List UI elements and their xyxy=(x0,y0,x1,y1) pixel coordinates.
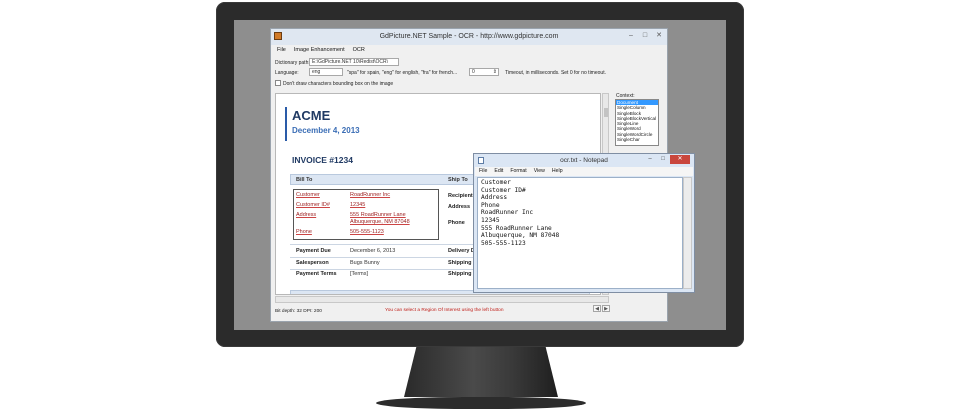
timeout-value: 0 xyxy=(472,69,475,75)
bill-field-label: Customer ID# xyxy=(296,202,330,208)
bill-field-label: Phone xyxy=(296,229,312,235)
minimize-icon[interactable]: – xyxy=(625,31,637,41)
scroll-thumb[interactable] xyxy=(604,108,608,117)
text-line: 555 RoadRunner Lane xyxy=(481,224,552,232)
text-line: 505-555-1123 xyxy=(481,239,526,247)
notepad-scrollbar[interactable] xyxy=(683,177,692,289)
company-name: ACME xyxy=(292,108,331,123)
menu-view[interactable]: View xyxy=(534,167,545,176)
notepad-controls: – □ ✕ xyxy=(644,155,690,164)
text-line: Customer ID# xyxy=(481,186,526,194)
bounding-box-checkbox[interactable] xyxy=(275,80,281,86)
timeout-input[interactable]: 0 ⇕ xyxy=(469,68,499,76)
menu-help[interactable]: Help xyxy=(552,167,563,176)
timeout-hint: Timeout, in milliseconds. Set 0 for no t… xyxy=(505,70,606,76)
horizontal-scrollbar[interactable] xyxy=(275,296,609,303)
text-line: Address xyxy=(481,194,508,202)
next-page-icon[interactable]: ▶ xyxy=(602,305,610,312)
ship-field-label: Phone xyxy=(448,220,465,226)
monitor-stand-base xyxy=(376,397,586,409)
menu-ocr[interactable]: OCR xyxy=(353,45,365,56)
text-line: Customer xyxy=(481,179,511,186)
prev-page-icon[interactable]: ◀ xyxy=(593,305,601,312)
term-label: Payment Terms xyxy=(296,271,337,277)
menu-format[interactable]: Format xyxy=(510,167,526,176)
menu-image-enhancement[interactable]: Image Enhancement xyxy=(294,45,345,56)
bill-field-value: 555 RoadRunner Lane xyxy=(350,212,406,218)
bill-field-value: Albuquerque, NM 87048 xyxy=(350,219,410,225)
text-line: 12345 xyxy=(481,216,500,224)
term-label: Payment Due xyxy=(296,248,331,254)
maximize-icon[interactable]: □ xyxy=(657,155,669,164)
close-icon[interactable]: ✕ xyxy=(653,31,665,41)
close-icon[interactable]: ✕ xyxy=(670,155,690,164)
minimize-icon[interactable]: – xyxy=(644,155,656,164)
notepad-menubar: File Edit Format View Help xyxy=(475,167,693,176)
bill-to-heading: Bill To xyxy=(296,177,313,183)
bill-field-label: Address xyxy=(296,212,317,218)
term-value: Bugs Bunny xyxy=(350,260,380,266)
monitor-stand-neck xyxy=(404,347,558,397)
invoice-date: December 4, 2013 xyxy=(292,126,360,135)
bill-field-value: RoadRunner Inc xyxy=(350,192,391,198)
bill-field-label: Customer xyxy=(296,192,320,198)
language-label: Language: xyxy=(275,70,299,76)
term-value: December 6, 2013 xyxy=(350,248,396,254)
window-title: GdPicture.NET Sample - OCR - http://www.… xyxy=(379,33,559,40)
term-label: Salesperson xyxy=(296,260,329,266)
menu-file[interactable]: File xyxy=(277,45,286,56)
text-line: RoadRunner Inc xyxy=(481,209,534,217)
notepad-window: ocr.txt - Notepad – □ ✕ File Edit Format… xyxy=(473,153,695,293)
context-listbox[interactable]: Document SingleColumn SingleBlock Single… xyxy=(615,99,659,146)
term-value: [Terms] xyxy=(350,271,369,277)
ship-to-heading: Ship To xyxy=(448,177,468,183)
language-hint: "spa" for spain, "eng" for english, "fra… xyxy=(347,70,458,76)
language-input[interactable]: eng xyxy=(309,68,343,76)
maximize-icon[interactable]: □ xyxy=(639,31,651,41)
roi-hint: You can select a Region Of Interest usin… xyxy=(385,308,504,313)
spinner-icon[interactable]: ⇕ xyxy=(493,69,497,75)
notepad-text-area[interactable]: Customer Customer ID# Address Phone Road… xyxy=(477,177,683,289)
bit-depth-status: Bit depth: 32 DPI: 200 xyxy=(275,309,322,314)
invoice-number: INVOICE #1234 xyxy=(292,155,353,165)
menu-file[interactable]: File xyxy=(479,167,487,176)
dictionary-path-input[interactable]: E:\GdPicture.NET 10\Redist\OCR\ xyxy=(309,58,399,66)
bill-field-value: 12345 xyxy=(350,202,366,208)
text-line: Phone xyxy=(481,201,500,209)
menubar: File Image Enhancement OCR xyxy=(271,45,667,56)
bounding-box-label: Don't draw characters bounding box on th… xyxy=(283,81,394,87)
window-titlebar: GdPicture.NET Sample - OCR - http://www.… xyxy=(271,29,667,45)
accent-bar xyxy=(285,107,287,141)
context-option-singlechar[interactable]: SingleChar xyxy=(616,137,658,142)
bill-field-value: 505-555-1123 xyxy=(350,229,384,235)
window-controls: – □ ✕ xyxy=(625,31,665,41)
ship-field-label: Address xyxy=(448,204,471,210)
ship-field-label: Recipient xyxy=(448,193,473,199)
dictionary-path-label: Dictionary path: xyxy=(275,60,310,66)
menu-edit[interactable]: Edit xyxy=(494,167,503,176)
text-line: Albuquerque, NM 87048 xyxy=(481,232,560,240)
